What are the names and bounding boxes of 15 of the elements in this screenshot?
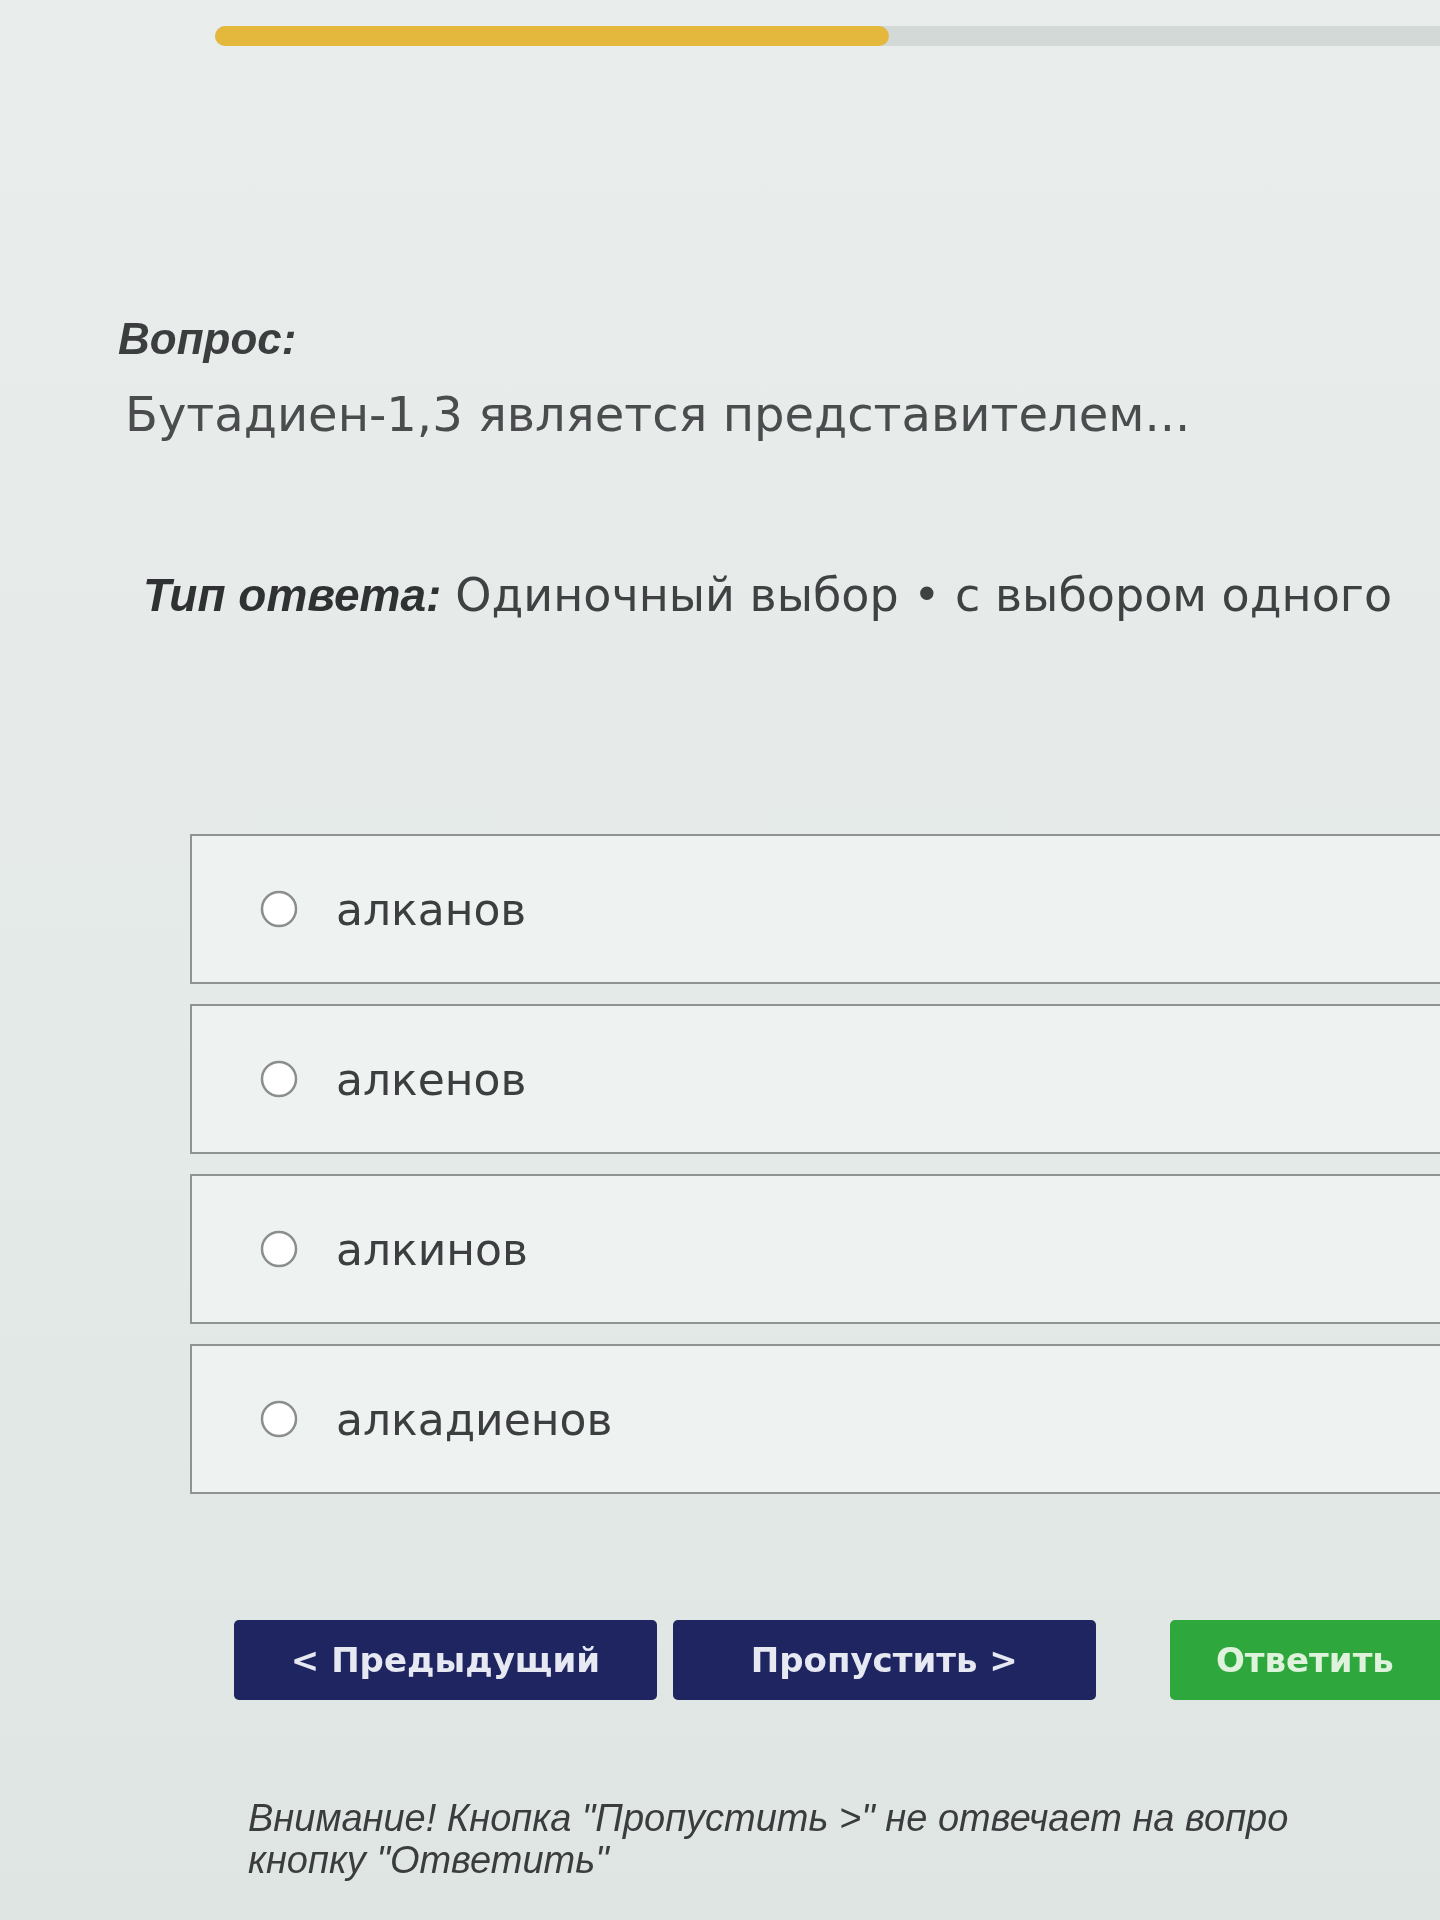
nav-button[interactable]: Пропустить > <box>672 1620 1096 1700</box>
radio-icon[interactable] <box>260 890 298 928</box>
answer-option[interactable]: алкинов <box>190 1174 1440 1324</box>
radio-icon[interactable] <box>260 1230 298 1268</box>
radio-icon[interactable] <box>260 1400 298 1438</box>
answer-option[interactable]: алкадиенов <box>190 1344 1440 1494</box>
notice-text: Внимание! Кнопка "Пропустить >" не отвечает на вопро кнопку "Ответить" <box>248 1798 1289 1882</box>
nav-button[interactable]: < Предыдущий <box>234 1620 657 1700</box>
radio-icon[interactable] <box>260 1060 298 1098</box>
question-text: Бутадиен-1,3 является представителем... <box>125 386 1191 442</box>
question-heading: Вопрос: <box>118 314 297 364</box>
answer-option[interactable]: алканов <box>190 834 1440 984</box>
answer-type-label: Тип ответа: <box>143 568 442 622</box>
answer-type-value: Одиночный выбор • с выбором одного <box>455 568 1393 622</box>
answer-option[interactable]: алкенов <box>190 1004 1440 1154</box>
